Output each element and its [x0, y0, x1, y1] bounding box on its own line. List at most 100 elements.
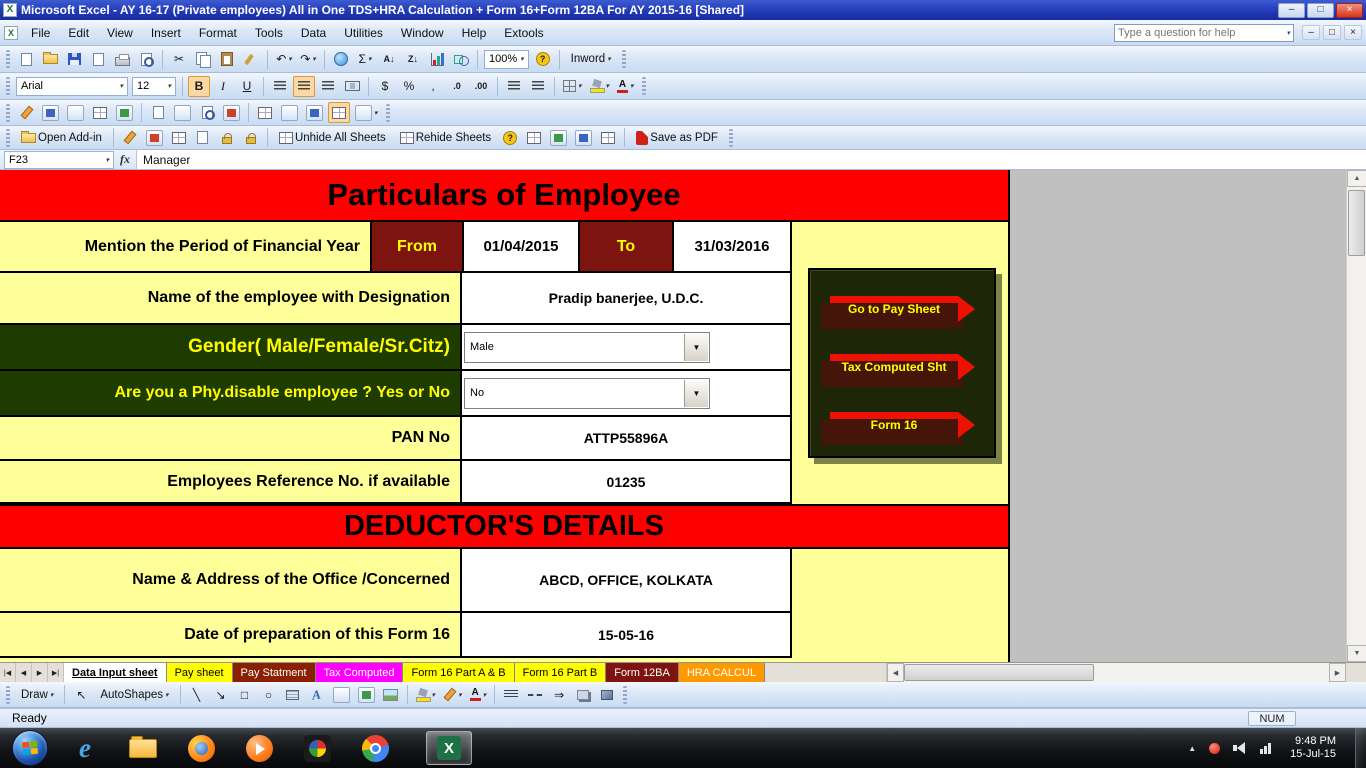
close-button[interactable]: ×	[1336, 2, 1363, 18]
chevron-down-icon[interactable]: ▾	[165, 691, 169, 699]
custom-tool-button[interactable]	[89, 102, 111, 123]
font-size-combobox[interactable]: 12 ▾	[132, 76, 176, 96]
chevron-down-icon[interactable]: ▾	[607, 55, 611, 63]
tab-form-16-part-a-b[interactable]: Form 16 Part A & B	[403, 663, 515, 682]
rehide-sheets-button[interactable]: Rehide Sheets	[394, 127, 497, 148]
unprotect-sheet-button[interactable]	[240, 127, 262, 148]
form-16-button[interactable]: Form 16	[821, 412, 975, 445]
borders-button[interactable]: ▾	[560, 76, 585, 97]
tab-hra-calcul[interactable]: HRA CALCUL	[678, 663, 765, 682]
chevron-down-icon[interactable]: ▾	[119, 82, 123, 90]
toolbar-grip[interactable]	[6, 77, 10, 95]
addin-tool-button[interactable]	[119, 127, 141, 148]
italic-button[interactable]: I	[212, 76, 234, 97]
protect-sheet-button[interactable]	[216, 127, 238, 148]
toolbar-grip[interactable]	[621, 50, 626, 68]
hyperlink-button[interactable]	[330, 49, 352, 70]
menu-data[interactable]: Data	[292, 22, 335, 44]
chrome-icon[interactable]	[358, 730, 392, 766]
to-date-cell[interactable]: 31/03/2016	[674, 222, 792, 271]
tray-expand-icon[interactable]: ▲	[1188, 744, 1196, 753]
sort-ascending-button[interactable]: A↓	[378, 49, 400, 70]
cut-button[interactable]: ✂	[168, 49, 190, 70]
workbook-close-button[interactable]: ×	[1344, 25, 1362, 40]
custom-tool-button[interactable]	[39, 102, 62, 123]
clock[interactable]: 9:48 PM 15-Jul-15	[1284, 735, 1342, 761]
horizontal-scrollbar[interactable]: ◀ ▶	[886, 663, 1346, 682]
addin-tool-button[interactable]	[523, 127, 545, 148]
menu-view[interactable]: View	[98, 22, 142, 44]
decrease-indent-button[interactable]	[503, 76, 525, 97]
line-tool-button[interactable]: ╲	[186, 684, 208, 705]
vertical-scrollbar[interactable]: ▲ ▼	[1346, 170, 1366, 662]
start-button[interactable]	[12, 730, 48, 766]
gender-dropdown-button[interactable]: ▼	[684, 333, 708, 361]
last-sheet-button[interactable]: ▶|	[48, 663, 64, 682]
from-date-cell[interactable]: 01/04/2015	[464, 222, 580, 271]
previous-sheet-button[interactable]: ◀	[16, 663, 32, 682]
print-preview-button[interactable]	[135, 49, 157, 70]
currency-button[interactable]: $	[374, 76, 396, 97]
underline-button[interactable]: U	[236, 76, 258, 97]
menu-window[interactable]: Window	[392, 22, 453, 44]
unhide-all-sheets-button[interactable]: Unhide All Sheets	[273, 127, 392, 148]
chevron-down-icon[interactable]: ▾	[606, 82, 610, 90]
insert-picture-button[interactable]	[380, 684, 402, 705]
chevron-down-icon[interactable]: ▾	[105, 156, 109, 164]
new-button[interactable]	[15, 49, 37, 70]
custom-tool-button[interactable]	[113, 102, 136, 123]
fx-icon[interactable]: fx	[120, 152, 130, 167]
next-sheet-button[interactable]: ▶	[32, 663, 48, 682]
align-left-button[interactable]	[269, 76, 291, 97]
menu-help[interactable]: Help	[453, 22, 496, 44]
rectangle-tool-button[interactable]: □	[234, 684, 256, 705]
addin-tool-button[interactable]	[192, 127, 214, 148]
percent-button[interactable]: %	[398, 76, 420, 97]
chevron-down-icon[interactable]: ▾	[483, 691, 487, 699]
menu-file[interactable]: File	[22, 22, 59, 44]
addin-tool-button[interactable]	[143, 127, 166, 148]
shape-fill-color-button[interactable]: ▾	[413, 684, 439, 705]
tab-data-input-sheet[interactable]: Data Input sheet	[64, 663, 167, 682]
custom-tool-button[interactable]	[220, 102, 243, 123]
internet-explorer-icon[interactable]: e	[68, 730, 102, 766]
decrease-decimal-button[interactable]: .00	[470, 76, 492, 97]
tab-tax-computed[interactable]: Tax Computed	[315, 663, 404, 682]
goto-pay-sheet-button[interactable]: Go to Pay Sheet	[821, 296, 975, 329]
chevron-down-icon[interactable]: ▾	[578, 82, 582, 90]
custom-tool-button[interactable]	[254, 102, 276, 123]
volume-icon[interactable]	[1233, 742, 1247, 754]
scroll-down-button[interactable]: ▼	[1347, 645, 1366, 662]
select-objects-button[interactable]: ↖	[70, 684, 92, 705]
addin-tool-button[interactable]	[168, 127, 190, 148]
font-color-button[interactable]: A ▾	[614, 76, 637, 97]
line-style-button[interactable]	[500, 684, 522, 705]
addin-tool-button[interactable]	[597, 127, 619, 148]
addin-tool-button[interactable]	[572, 127, 595, 148]
scroll-up-button[interactable]: ▲	[1347, 170, 1366, 187]
show-desktop-button[interactable]	[1355, 728, 1366, 768]
undo-button[interactable]: ↶ ▾	[273, 49, 295, 70]
custom-tool-button[interactable]: ▾	[352, 102, 381, 123]
oval-tool-button[interactable]: ○	[258, 684, 280, 705]
paste-button[interactable]	[216, 49, 238, 70]
threed-style-button[interactable]	[596, 684, 618, 705]
redo-button[interactable]: ↷ ▾	[297, 49, 319, 70]
firefox-icon[interactable]	[184, 730, 218, 766]
chevron-down-icon[interactable]: ▾	[167, 82, 171, 90]
align-center-button[interactable]	[293, 75, 315, 97]
arrow-style-button[interactable]: ⇒	[548, 684, 570, 705]
tax-computed-sheet-button[interactable]: Tax Computed Sht	[821, 354, 975, 387]
chevron-down-icon[interactable]: ▾	[50, 691, 54, 699]
formula-input[interactable]: Manager	[136, 150, 1366, 169]
vertical-scrollbar-thumb[interactable]	[1348, 190, 1365, 256]
chevron-down-icon[interactable]: ▾	[458, 691, 462, 699]
text-box-button[interactable]	[282, 684, 304, 705]
toolbar-grip[interactable]	[6, 103, 10, 122]
help-button[interactable]: ?	[532, 49, 554, 70]
name-box[interactable]: F23 ▾	[4, 150, 114, 169]
chart-wizard-button[interactable]	[426, 49, 448, 70]
excel-taskbar-button[interactable]: X	[426, 731, 472, 765]
horizontal-scrollbar-thumb[interactable]	[904, 664, 1094, 681]
bold-button[interactable]: B	[188, 75, 210, 97]
